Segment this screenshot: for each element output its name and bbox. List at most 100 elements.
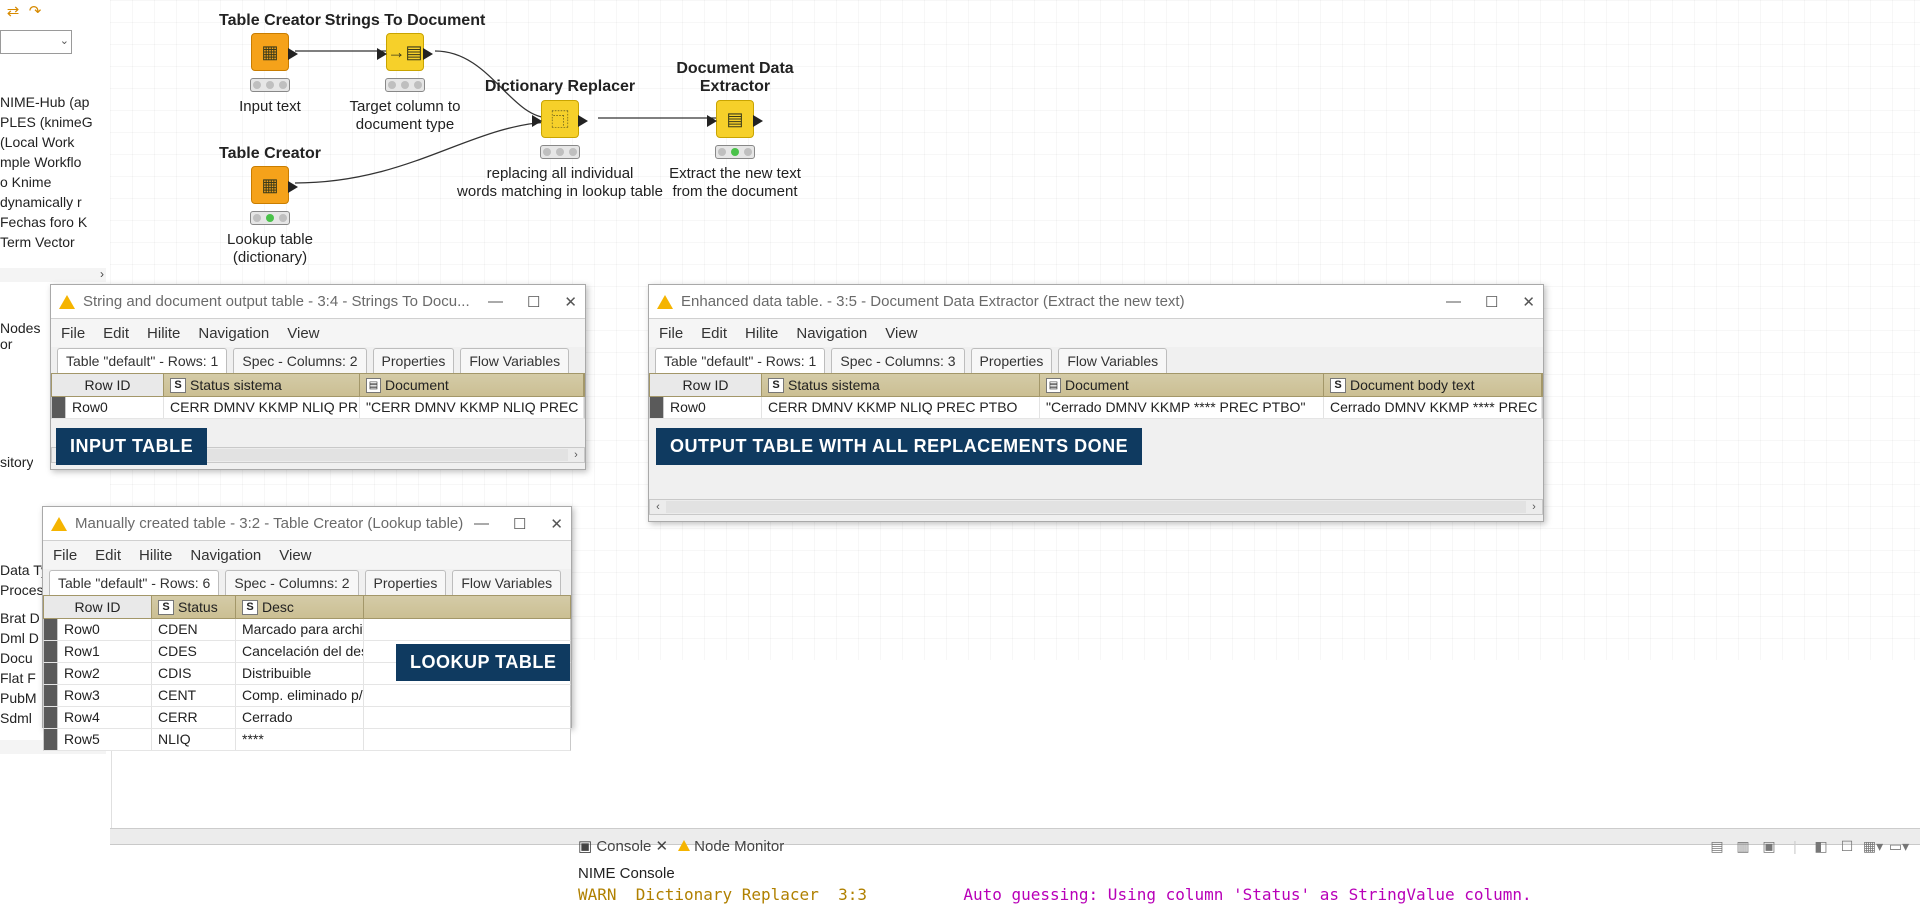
node-strings-to-document[interactable]: →▤ [386, 33, 424, 71]
icon[interactable]: ▣ [1760, 837, 1778, 855]
minimize-button[interactable]: ― [1446, 293, 1461, 311]
tab-spec[interactable]: Spec - Columns: 2 [225, 570, 358, 595]
menu-file[interactable]: File [61, 325, 85, 342]
th-status[interactable]: Status sistema [788, 377, 880, 393]
menu-view[interactable]: View [885, 325, 917, 342]
tree-item[interactable]: Term Vector [0, 232, 110, 252]
th-rowid[interactable]: Row ID [52, 374, 164, 396]
icon[interactable]: ▥ [1734, 837, 1752, 855]
menubar: File Edit Hilite Navigation View [51, 319, 585, 347]
row-handle[interactable] [44, 641, 58, 662]
th-document[interactable]: Document [1065, 377, 1129, 393]
tab-rows[interactable]: Table "default" - Rows: 1 [57, 348, 227, 373]
tab-spec[interactable]: Spec - Columns: 3 [831, 348, 964, 373]
node-document-data-extractor[interactable]: ▤ [716, 100, 754, 138]
node-dictionary-replacer[interactable]: ⿹ [541, 100, 579, 138]
maximize-button[interactable]: ☐ [527, 293, 540, 311]
close-button[interactable]: ✕ [550, 515, 563, 533]
tab-rows[interactable]: Table "default" - Rows: 6 [49, 570, 219, 595]
th-status[interactable]: Status [178, 599, 218, 615]
minimize-button[interactable]: ― [474, 515, 489, 533]
tree-item[interactable]: Fechas foro K [0, 212, 110, 232]
row-handle[interactable] [44, 619, 58, 640]
menu-view[interactable]: View [279, 547, 311, 564]
cell-status: CERR [152, 707, 236, 728]
maximize-button[interactable]: ☐ [1485, 293, 1498, 311]
th-document[interactable]: Document [385, 377, 449, 393]
node-title: Table Creator [219, 145, 321, 163]
menu-edit[interactable]: Edit [701, 325, 727, 342]
table-row[interactable]: Row4CERRCerrado [43, 707, 571, 729]
table-row[interactable]: Row5NLIQ**** [43, 729, 571, 751]
th-desc[interactable]: Desc [262, 599, 294, 615]
table-row[interactable]: Row0CDENMarcado para archivar [43, 619, 571, 641]
icon[interactable]: ▭▾ [1890, 837, 1908, 855]
th-body[interactable]: Document body text [1350, 377, 1475, 393]
row-handle[interactable] [44, 663, 58, 684]
node-table-creator-2[interactable]: ▦ [251, 166, 289, 204]
cell-body: Cerrado DMNV KKMP **** PREC PTBO [1324, 397, 1542, 418]
menu-hilite[interactable]: Hilite [147, 325, 180, 342]
tabs: Table "default" - Rows: 1 Spec - Columns… [649, 347, 1543, 373]
menu-hilite[interactable]: Hilite [139, 547, 172, 564]
tab-flow-variables[interactable]: Flow Variables [452, 570, 561, 595]
row-handle[interactable] [44, 729, 58, 750]
row-handle[interactable] [44, 707, 58, 728]
icon[interactable]: ☐ [1838, 837, 1856, 855]
th-status[interactable]: Status sistema [190, 377, 282, 393]
table-row[interactable]: Row0 CERR DMNV KKMP NLIQ PREC PTBO "CERR… [51, 397, 585, 419]
workspace-tree[interactable]: NIME-Hub (ap PLES (knimeG (Local Work mp… [0, 92, 110, 252]
cell-desc: Distribuible [236, 663, 364, 684]
th-rowid[interactable]: Row ID [650, 374, 762, 396]
menu-edit[interactable]: Edit [103, 325, 129, 342]
menu-navigation[interactable]: Navigation [198, 325, 269, 342]
scrollbar[interactable] [110, 829, 1920, 845]
tab-node-monitor[interactable]: Node Monitor [678, 838, 784, 855]
tree-item[interactable]: (Local Work [0, 132, 110, 152]
menu-view[interactable]: View [287, 325, 319, 342]
node-caption: replacing all individual words matching … [457, 165, 663, 201]
tab-console[interactable]: ▣ Console ✕ [578, 837, 668, 855]
dropdown[interactable]: ⌄ [0, 30, 72, 54]
node-table-creator-1[interactable]: ▦ [251, 33, 289, 71]
tab-properties[interactable]: Properties [373, 348, 455, 373]
swap-icon[interactable]: ⇄ [4, 2, 22, 20]
table-row[interactable]: Row3CENTComp. eliminado p/n... [43, 685, 571, 707]
th-rowid[interactable]: Row ID [44, 596, 152, 618]
tab-flow-variables[interactable]: Flow Variables [460, 348, 569, 373]
menubar: File Edit Hilite Navigation View [649, 319, 1543, 347]
menu-file[interactable]: File [659, 325, 683, 342]
scrollbar[interactable]: › [0, 268, 106, 282]
tree-item[interactable]: dynamically r [0, 192, 110, 212]
close-button[interactable]: ✕ [1522, 293, 1535, 311]
menu-file[interactable]: File [53, 547, 77, 564]
maximize-button[interactable]: ☐ [513, 515, 526, 533]
tabs: Table "default" - Rows: 6 Spec - Columns… [43, 569, 571, 595]
tab-spec[interactable]: Spec - Columns: 2 [233, 348, 366, 373]
tab-properties[interactable]: Properties [365, 570, 447, 595]
chevron-down-icon: ⌄ [60, 34, 69, 47]
tree-item[interactable]: NIME-Hub (ap [0, 92, 110, 112]
table-row[interactable]: Row0 CERR DMNV KKMP NLIQ PREC PTBO "Cerr… [649, 397, 1543, 419]
tab-properties[interactable]: Properties [971, 348, 1053, 373]
cell-status: CDEN [152, 619, 236, 640]
tree-item[interactable]: o Knime [0, 172, 110, 192]
menu-navigation[interactable]: Navigation [796, 325, 867, 342]
row-handle[interactable] [650, 397, 664, 418]
close-button[interactable]: ✕ [564, 293, 577, 311]
tab-flow-variables[interactable]: Flow Variables [1058, 348, 1167, 373]
scrollbar[interactable]: ‹› [649, 499, 1543, 515]
tree-item[interactable]: PLES (knimeG [0, 112, 110, 132]
redo-icon[interactable]: ↷ [26, 2, 44, 20]
icon[interactable]: ◧ [1812, 837, 1830, 855]
menu-hilite[interactable]: Hilite [745, 325, 778, 342]
icon[interactable]: ▦▾ [1864, 837, 1882, 855]
row-handle[interactable] [52, 397, 66, 418]
minimize-button[interactable]: ― [488, 293, 503, 311]
menu-navigation[interactable]: Navigation [190, 547, 261, 564]
row-handle[interactable] [44, 685, 58, 706]
icon[interactable]: ▤ [1708, 837, 1726, 855]
tab-rows[interactable]: Table "default" - Rows: 1 [655, 348, 825, 373]
tree-item[interactable]: mple Workflo [0, 152, 110, 172]
menu-edit[interactable]: Edit [95, 547, 121, 564]
